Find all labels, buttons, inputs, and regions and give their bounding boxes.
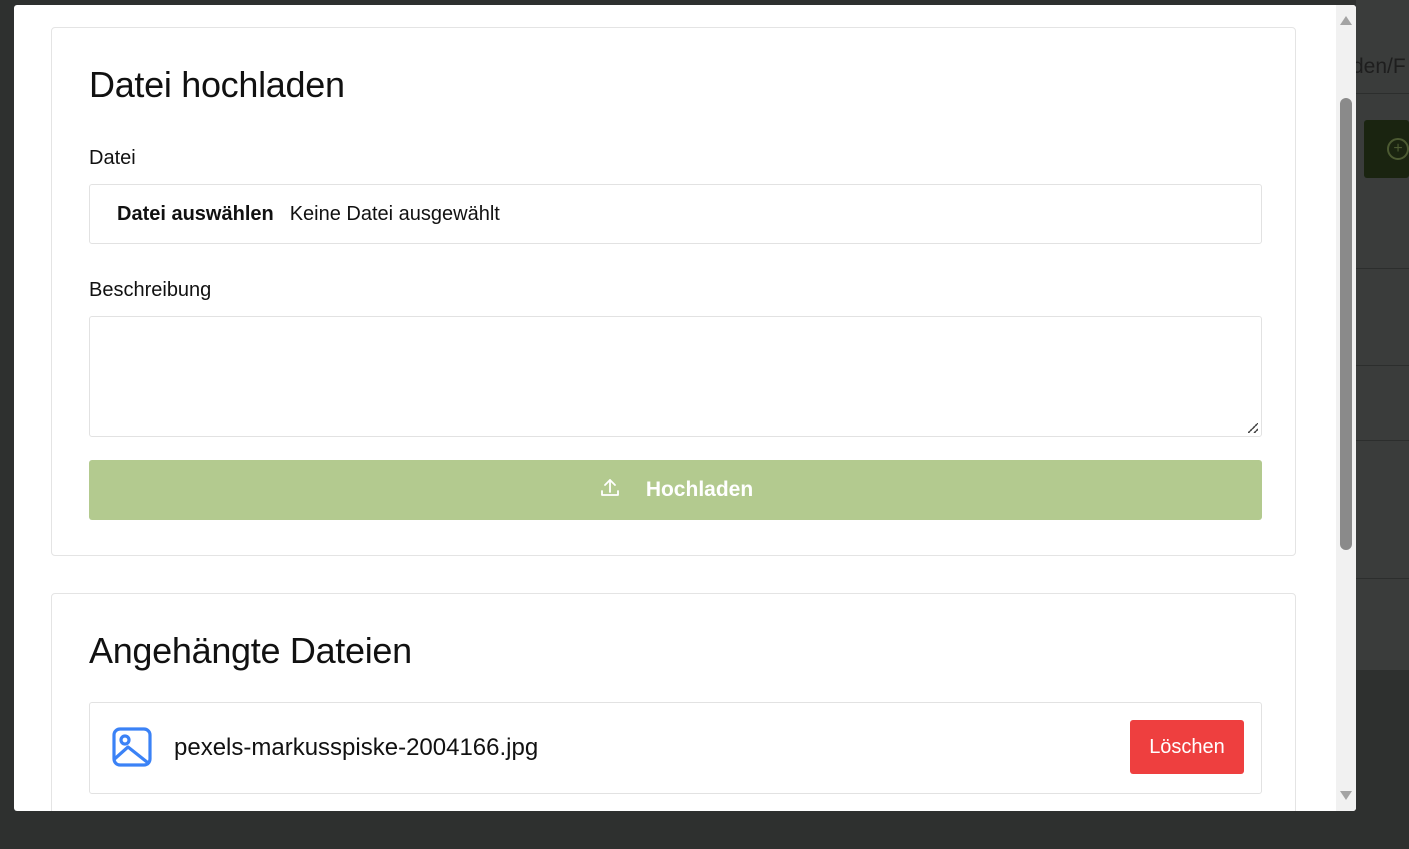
upload-card: Datei hochladen Datei Datei auswählen Ke… [51,27,1296,556]
upload-icon [600,479,619,496]
scroll-up-arrow-icon[interactable] [1340,16,1352,25]
scroll-down-arrow-icon[interactable] [1340,791,1352,800]
modal-scrollbar[interactable] [1336,5,1356,811]
file-status-text: Keine Datei ausgewählt [289,202,500,225]
upload-card-title: Datei hochladen [89,64,345,105]
attached-files-title: Angehängte Dateien [89,630,412,671]
background-divider [1356,365,1409,366]
attached-file-name[interactable]: pexels-markusspiske-2004166.jpg [174,734,538,762]
background-divider [1356,93,1409,94]
upload-button[interactable]: Hochladen [89,460,1262,520]
attached-files-card: Angehängte Dateien pexels-markusspiske-2… [51,593,1296,811]
file-input[interactable]: Datei auswählen Keine Datei ausgewählt [89,184,1262,244]
background-divider [1356,578,1409,579]
description-field-label: Beschreibung [89,279,212,301]
upload-modal: Datei hochladen Datei Datei auswählen Ke… [14,5,1356,811]
choose-file-button[interactable]: Datei auswählen [117,203,274,226]
plus-circle-icon: + [1387,138,1409,160]
background-page [1356,0,1409,670]
upload-button-label: Hochladen [645,478,754,501]
description-textarea[interactable] [89,316,1262,437]
background-divider [1356,268,1409,269]
attached-file-row: pexels-markusspiske-2004166.jpg Löschen [89,702,1262,794]
scrollbar-thumb[interactable] [1340,98,1352,550]
background-breadcrumb: den/F [1356,55,1406,78]
file-field-label: Datei [89,147,136,169]
background-divider [1356,440,1409,441]
delete-file-button[interactable]: Löschen [1130,720,1244,774]
image-icon [112,727,152,767]
